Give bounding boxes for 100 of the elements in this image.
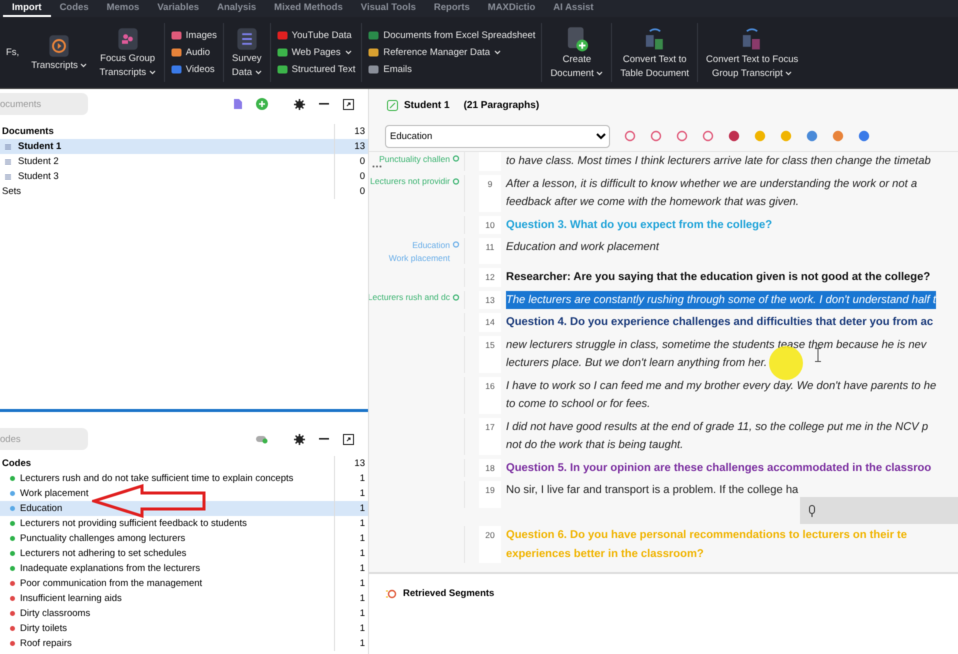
ribbon-button-label[interactable]: Fs, [6,46,20,58]
code-item[interactable]: Dirty toilets 1 [0,621,368,636]
paragraph-text: feedback after we come with the homework that was given. [506,195,799,210]
ribbon-button-label[interactable]: Create [562,54,592,66]
code-item[interactable]: Roof repairs 1 [0,636,368,651]
count-text: 1 [334,561,368,576]
ribbon-item[interactable]: Reference Manager Data [368,47,536,58]
people-icon[interactable] [116,26,140,50]
line-number: 19 [479,481,501,508]
count-text: 1 [334,531,368,546]
count-text: 1 [334,636,368,651]
ribbon-item[interactable]: Structured Text [276,64,356,75]
paragraph-text: new lecturers struggle in class, sometime the students tease them because he is nev [506,338,926,352]
ribbon-button-label[interactable]: Survey [232,52,262,64]
count-text: 0 [334,169,368,184]
undock-icon[interactable] [343,98,354,110]
undock-icon[interactable] [343,434,354,444]
ribbon-button-label[interactable]: Transcripts [31,60,88,72]
gear-icon[interactable] [294,98,305,110]
tree-item[interactable]: Student 3 0 [0,169,368,184]
ribbon-item[interactable]: Documents from Excel Spreadsheet [368,30,536,41]
tree-item[interactable]: Student 2 0 [0,154,368,169]
more-icon[interactable] [372,165,382,168]
gear-icon[interactable] [294,434,305,444]
tree-item[interactable]: Student 1 13 [0,139,368,154]
count-text: 1 [334,546,368,561]
code-item[interactable]: Lecturers rush and do not take sufficient time to explain concepts 1 [0,471,368,486]
count-text: 0 [334,184,368,199]
paragraph-text: No sir, I live far and transport is a problem. If the college ha [506,483,798,498]
ribbon-item[interactable]: Web Pages [276,47,356,58]
line-number: 11 [479,238,501,264]
paragraph-text: Education and work placement [506,240,659,255]
menu-tab[interactable]: Visual Tools [352,0,425,17]
code-item[interactable]: Punctuality challenges among lecturers 1 [0,531,368,546]
paragraph-text: The lecturers are constantly rushing through some of the work. I don't understand half t [506,290,936,309]
code-item[interactable]: Poor communication from the management 1 [0,576,368,591]
count-text: 0 [334,154,368,169]
paragraph-text: I did not have good results at the end of grade 11, so the college put me in the NCV p [506,420,928,434]
edit-icon[interactable] [387,100,398,110]
count-text: 13 [334,456,368,471]
code-item[interactable]: Lecturers not providing sufficient feedback to students 1 [0,516,368,531]
line-number: 13 [479,290,501,309]
count-text: 1 [334,576,368,591]
paragraph-text: Question 3. What do you expect from the college? [506,218,772,232]
menu-tab[interactable]: Memos [98,0,148,17]
document-title: Student 1 [404,100,450,110]
document-icon[interactable] [234,99,242,109]
document-icon [4,158,12,166]
tree-item[interactable]: Sets 0 [0,184,368,199]
code-item[interactable]: Lecturers not adhering to set schedules 1 [0,546,368,561]
paragraph-text: to come to school or for fees. [506,397,650,412]
minimize-icon[interactable] [319,102,329,106]
ribbon-button-label[interactable]: Group Transcript [712,68,792,80]
code-item[interactable]: Education 1 [0,501,368,516]
search-field[interactable]: ocuments [0,93,88,115]
count-text: 1 [334,501,368,516]
tree-item[interactable]: Codes 13 [0,456,368,471]
line-number: 9 [479,174,501,212]
document-icon [4,172,12,180]
document-icon [4,142,12,150]
add-icon[interactable] [256,98,268,110]
code-item[interactable]: Dirty classrooms 1 [0,606,368,621]
paragraph-text: Question 6. Do you have personal recommendations to lecturers on their te [506,528,907,543]
line-number: 16 [479,376,501,414]
ribbon-item[interactable]: Audio [170,47,217,58]
paragraph-text: After a lesson, it is difficult to know whether we are understanding the work or not a [506,176,918,192]
ribbon-button-label[interactable]: Transcripts [99,66,156,78]
paragraph-text: Question 4. Do you experience challenges and difficulties that deter you from ac [506,315,934,330]
code-dropdown[interactable]: Education [385,124,610,148]
ribbon-button-label[interactable]: Table Document [620,68,690,80]
menu-tab[interactable]: MAXDictio [478,0,544,17]
ribbon-button-label[interactable]: Data [232,66,262,78]
menu-tab[interactable]: Analysis [208,0,266,17]
menu-tab[interactable]: Variables [148,0,208,17]
count-text: 1 [334,591,368,606]
ribbon-item[interactable]: YouTube Data [276,30,356,41]
code-item[interactable]: Inadequate explanations from the lecturers 1 [0,561,368,576]
ribbon-button-label[interactable]: Convert Text to Focus [706,54,798,66]
paragraph-text: experiences better in the classroom? [506,546,704,562]
minimize-icon[interactable] [319,438,329,440]
menu-tab[interactable]: Reports [424,0,479,17]
paragraph-text: Question 5. In your opinion are these challenges accommodated in the classroo [506,460,932,476]
paragraph-text: lecturers place. But we don't learn anything from her. [506,356,768,371]
paragraph-text: Researcher: Are you saying that the education given is not good at the college? [506,270,930,285]
menu-tab[interactable]: AI Assist [544,0,603,17]
ribbon-item[interactable]: Images [170,30,217,41]
ribbon-button-label[interactable]: Document [550,68,604,80]
menu-tab[interactable]: Mixed Methods [265,0,352,17]
menu-tab[interactable]: Codes [50,0,98,17]
ribbon-button-label[interactable]: Convert Text to [622,54,687,66]
list-icon[interactable] [234,26,259,50]
code-item[interactable]: Insufficient learning aids 1 [0,591,368,606]
ribbon-button-label[interactable]: Focus Group [100,52,156,64]
paragraph-count: (21 Paragraphs) [464,100,540,110]
ribbon-item[interactable]: Emails [368,64,536,75]
search-field[interactable]: odes [0,428,88,450]
ribbon-item[interactable]: Videos [170,64,217,75]
line-number: 20 [479,526,501,563]
paragraph-text: to have class. Most times I think lecturers arrive late for class then change the timetab [506,154,931,169]
line-number: 14 [479,313,501,332]
